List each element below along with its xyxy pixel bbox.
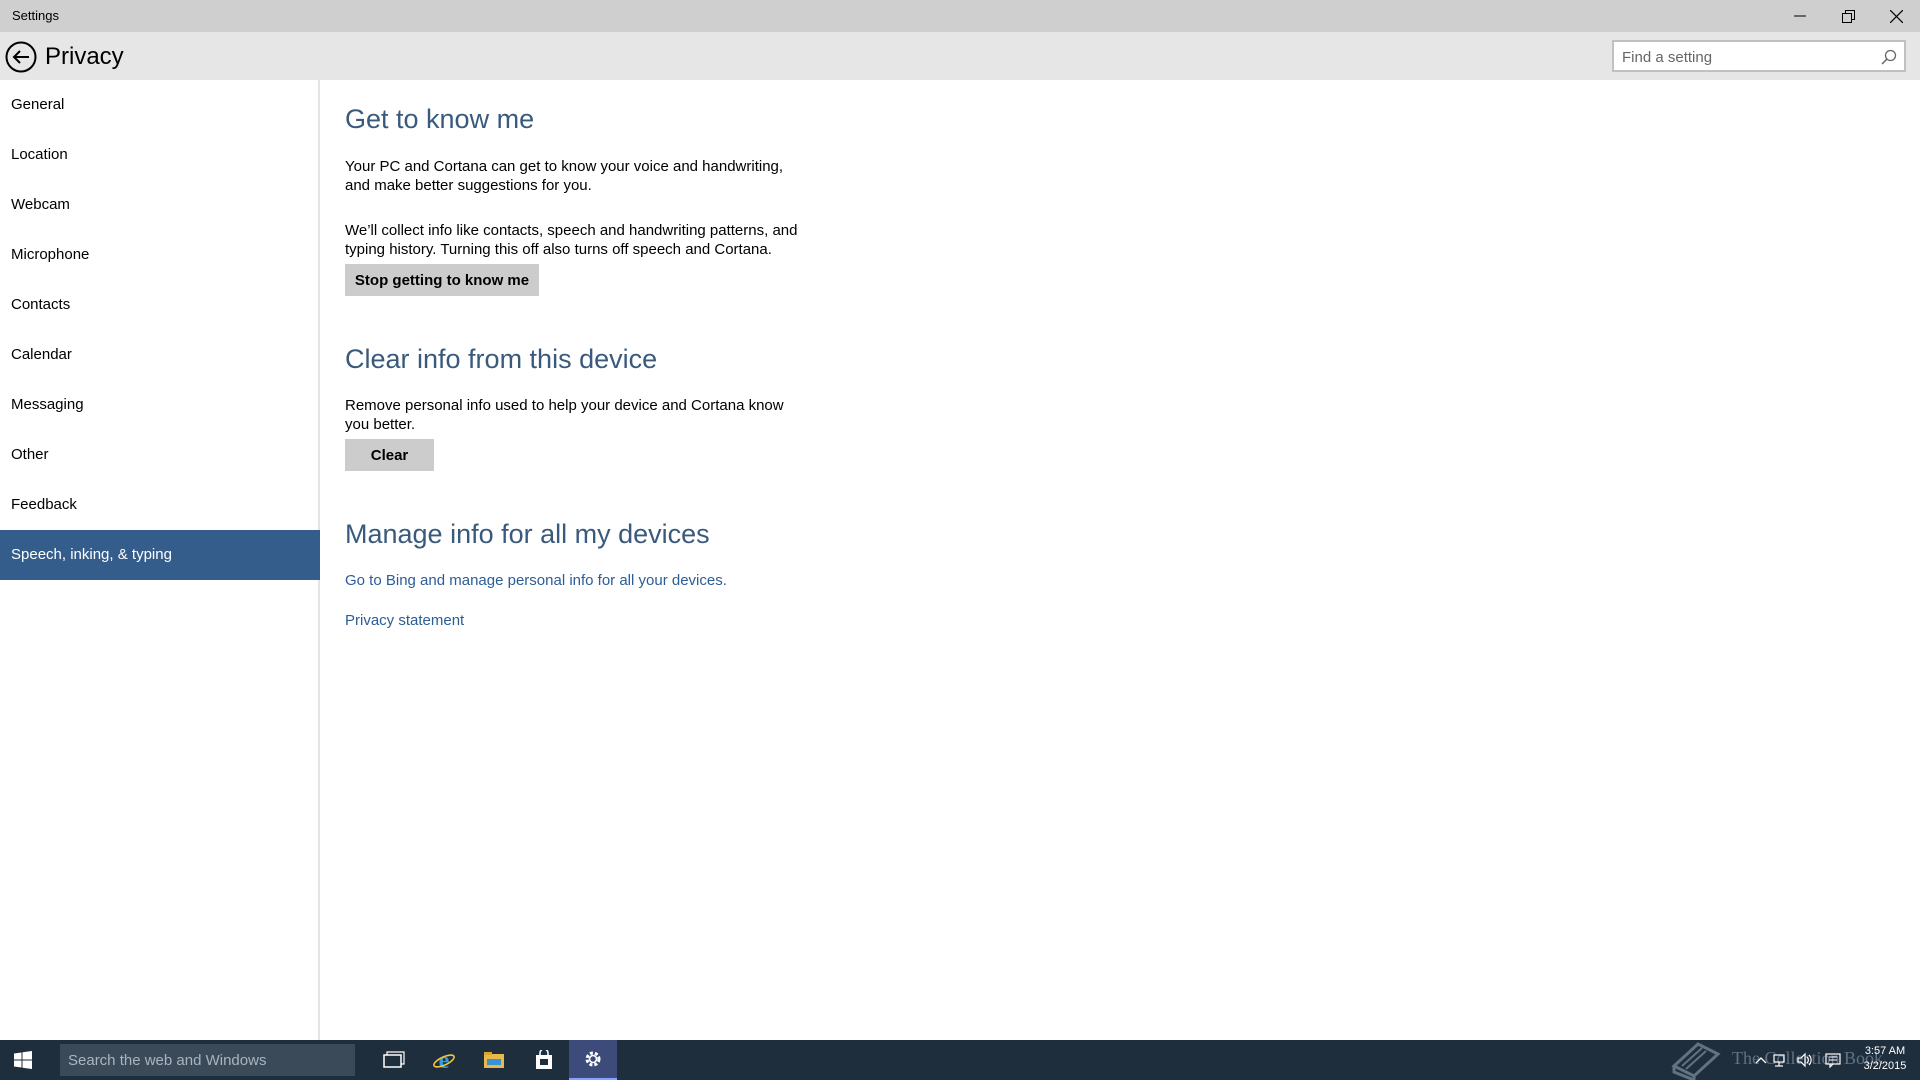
taskbar-search-input[interactable]: [68, 1051, 338, 1069]
get-to-know-description: Your PC and Cortana can get to know your…: [345, 158, 784, 194]
privacy-sidebar: General Location Webcam Microphone Conta…: [0, 80, 320, 1040]
sidebar-item-label: Calendar: [11, 346, 72, 363]
minimize-button[interactable]: [1776, 0, 1824, 32]
close-icon: [1889, 9, 1903, 23]
sidebar-item-label: Contacts: [11, 296, 71, 313]
windows-logo-icon: [14, 1051, 32, 1069]
action-center-icon[interactable]: [1824, 1052, 1842, 1068]
network-icon[interactable]: [1772, 1052, 1790, 1068]
search-icon[interactable]: [1880, 48, 1898, 66]
file-explorer-button[interactable]: [470, 1040, 518, 1080]
bing-manage-info-link[interactable]: Go to Bing and manage personal info for …: [345, 572, 727, 589]
restore-icon: [1841, 9, 1855, 23]
page-title: Privacy: [45, 43, 124, 70]
chevron-up-icon[interactable]: [1752, 1052, 1770, 1068]
file-explorer-icon: [484, 1052, 504, 1068]
sidebar-item-label: Microphone: [11, 246, 90, 263]
sidebar-item-location[interactable]: Location: [0, 130, 320, 180]
store-button[interactable]: [520, 1040, 568, 1080]
sidebar-item-microphone[interactable]: Microphone: [0, 230, 320, 280]
privacy-statement-link[interactable]: Privacy statement: [345, 612, 464, 629]
back-arrow-icon: [5, 41, 37, 73]
sidebar-item-general[interactable]: General: [0, 80, 320, 130]
sidebar-item-speech-inking-typing[interactable]: Speech, inking, & typing: [0, 530, 320, 580]
taskbar: e The Collection Book: [0, 1040, 1920, 1083]
restore-button[interactable]: [1824, 0, 1872, 32]
book-icon: [1671, 1042, 1721, 1083]
clock-time: 3:57 AM: [1864, 1045, 1906, 1057]
store-icon: [536, 1050, 552, 1069]
close-button[interactable]: [1872, 0, 1920, 32]
start-button[interactable]: [0, 1040, 46, 1080]
sidebar-item-label: Webcam: [11, 196, 70, 213]
sidebar-item-messaging[interactable]: Messaging: [0, 380, 320, 430]
clock-date: 3/2/2015: [1863, 1060, 1907, 1072]
find-setting-search[interactable]: [1612, 40, 1906, 72]
sidebar-item-contacts[interactable]: Contacts: [0, 280, 320, 330]
taskbar-search-box[interactable]: [60, 1044, 355, 1076]
internet-explorer-icon: e: [433, 1048, 455, 1072]
title-bar: Settings: [0, 0, 1920, 32]
clear-button[interactable]: Clear: [345, 439, 434, 471]
sidebar-item-calendar[interactable]: Calendar: [0, 330, 320, 380]
section-title-clear-info: Clear info from this device: [345, 344, 658, 374]
search-input[interactable]: [1622, 47, 1862, 67]
svg-text:e: e: [439, 1048, 450, 1072]
window-title: Settings: [12, 8, 59, 23]
task-view-icon: [383, 1051, 405, 1068]
taskbar-clock[interactable]: 3:57 AM 3/2/2015: [1850, 1044, 1920, 1074]
volume-icon[interactable]: [1796, 1052, 1814, 1068]
section-title-get-to-know-me: Get to know me: [345, 104, 535, 134]
sidebar-item-label: Other: [11, 446, 49, 463]
internet-explorer-button[interactable]: e: [420, 1040, 468, 1080]
sidebar-item-label: Location: [11, 146, 68, 163]
sidebar-item-other[interactable]: Other: [0, 430, 320, 480]
stop-getting-to-know-me-button[interactable]: Stop getting to know me: [345, 264, 539, 296]
sidebar-item-feedback[interactable]: Feedback: [0, 480, 320, 530]
back-button[interactable]: [4, 40, 38, 74]
settings-header: Privacy: [0, 32, 1920, 80]
section-title-manage-info: Manage info for all my devices: [345, 519, 710, 549]
sidebar-item-label: Messaging: [11, 396, 84, 413]
minimize-icon: [1794, 15, 1806, 17]
task-view-button[interactable]: [370, 1040, 418, 1080]
sidebar-item-webcam[interactable]: Webcam: [0, 180, 320, 230]
data-collection-description: We’ll collect info like contacts, speech…: [345, 222, 798, 258]
clear-info-description: Remove personal info used to help your d…: [345, 397, 784, 433]
sidebar-item-label: Speech, inking, & typing: [11, 546, 172, 563]
sidebar-item-label: Feedback: [11, 496, 77, 513]
settings-app-button[interactable]: [569, 1040, 617, 1080]
sidebar-item-label: General: [11, 96, 65, 113]
settings-icon: [585, 1051, 601, 1067]
